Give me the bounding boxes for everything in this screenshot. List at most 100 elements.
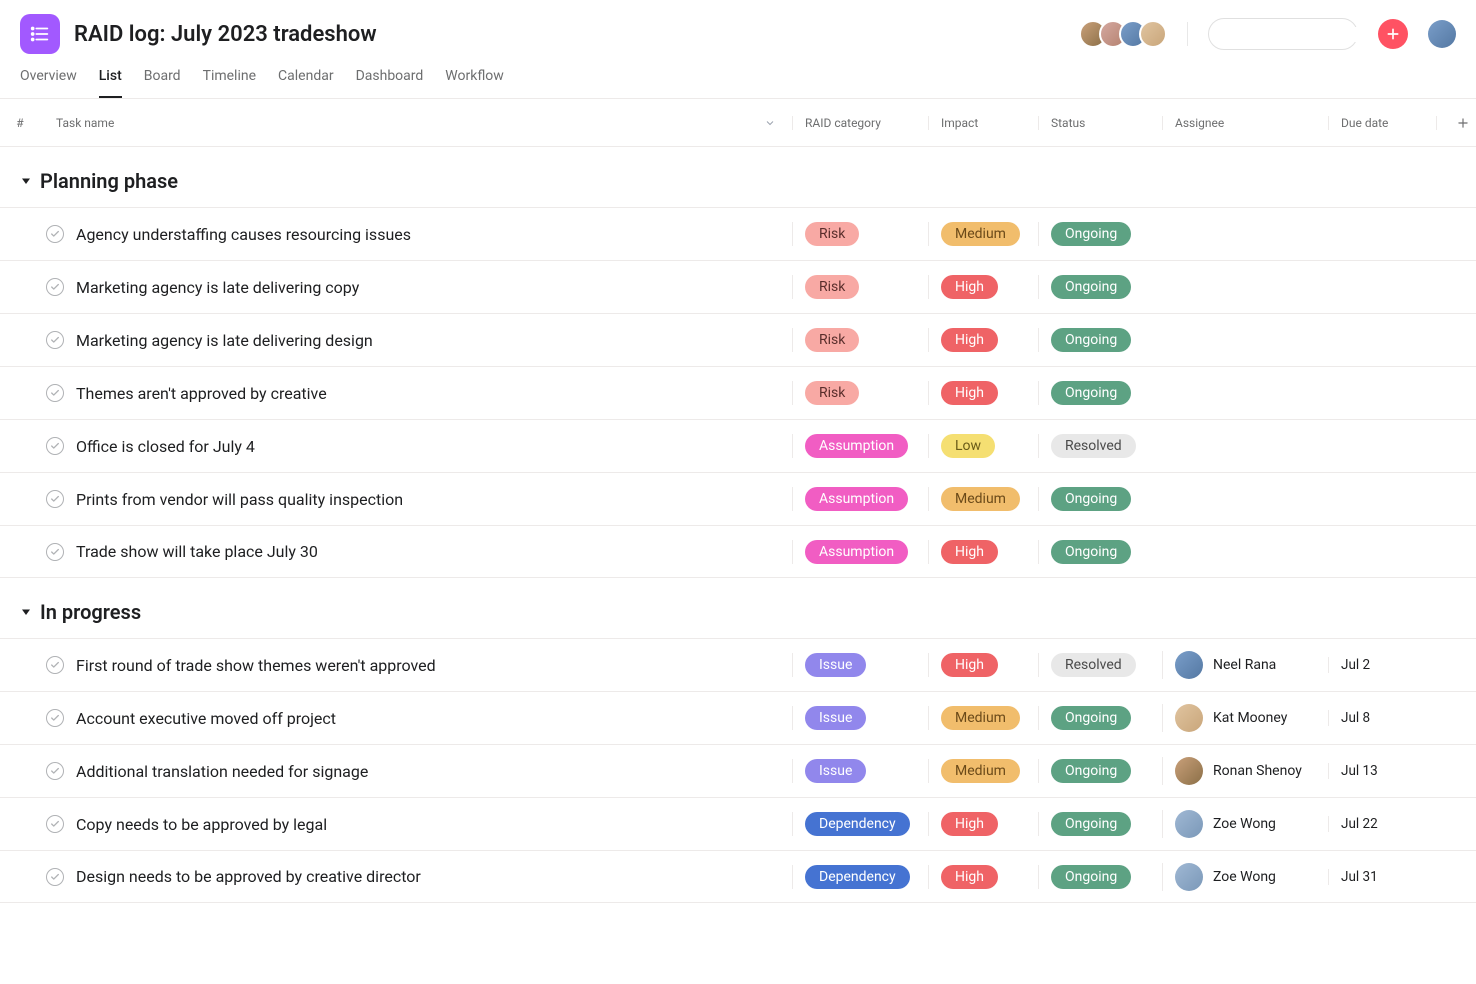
column-due[interactable]: Due date <box>1328 116 1436 130</box>
cell-raid[interactable]: Risk <box>792 328 928 352</box>
add-button[interactable] <box>1378 19 1408 49</box>
task-row[interactable]: Themes aren't approved by creativeRiskHi… <box>0 366 1476 419</box>
task-name[interactable]: Agency understaffing causes resourcing i… <box>76 225 792 244</box>
tab-calendar[interactable]: Calendar <box>278 68 334 98</box>
task-name[interactable]: Marketing agency is late delivering copy <box>76 278 792 297</box>
cell-status[interactable]: Ongoing <box>1038 328 1162 352</box>
cell-status[interactable]: Ongoing <box>1038 275 1162 299</box>
cell-impact[interactable]: High <box>928 381 1038 405</box>
complete-checkbox[interactable] <box>46 709 64 727</box>
cell-status[interactable]: Ongoing <box>1038 381 1162 405</box>
tab-list[interactable]: List <box>99 68 122 98</box>
complete-checkbox[interactable] <box>46 543 64 561</box>
task-row[interactable]: Design needs to be approved by creative … <box>0 850 1476 903</box>
cell-status[interactable]: Resolved <box>1038 653 1162 677</box>
cell-raid[interactable]: Assumption <box>792 434 928 458</box>
complete-checkbox[interactable] <box>46 656 64 674</box>
task-row[interactable]: Agency understaffing causes resourcing i… <box>0 207 1476 260</box>
task-name[interactable]: Trade show will take place July 30 <box>76 542 792 561</box>
task-name[interactable]: Marketing agency is late delivering desi… <box>76 331 792 350</box>
cell-impact[interactable]: High <box>928 865 1038 889</box>
complete-checkbox[interactable] <box>46 437 64 455</box>
complete-checkbox[interactable] <box>46 762 64 780</box>
task-name[interactable]: Themes aren't approved by creative <box>76 384 792 403</box>
cell-impact[interactable]: High <box>928 328 1038 352</box>
cell-assignee[interactable]: Ronan Shenoy <box>1162 757 1328 785</box>
column-task-name[interactable]: Task name <box>40 116 792 130</box>
task-name[interactable]: Account executive moved off project <box>76 709 792 728</box>
search-box[interactable] <box>1208 18 1358 50</box>
column-add[interactable] <box>1436 116 1476 130</box>
cell-status[interactable]: Ongoing <box>1038 865 1162 889</box>
assignee-cell[interactable]: Kat Mooney <box>1175 704 1287 732</box>
cell-raid[interactable]: Issue <box>792 706 928 730</box>
cell-due[interactable]: Jul 8 <box>1328 710 1436 726</box>
tab-board[interactable]: Board <box>144 68 181 98</box>
cell-impact[interactable]: High <box>928 540 1038 564</box>
section-header[interactable]: Planning phase <box>0 147 1476 207</box>
tab-overview[interactable]: Overview <box>20 68 77 98</box>
cell-impact[interactable]: High <box>928 812 1038 836</box>
cell-raid[interactable]: Dependency <box>792 812 928 836</box>
cell-raid[interactable]: Risk <box>792 275 928 299</box>
task-name[interactable]: Design needs to be approved by creative … <box>76 867 792 886</box>
cell-status[interactable]: Ongoing <box>1038 222 1162 246</box>
task-row[interactable]: Account executive moved off projectIssue… <box>0 691 1476 744</box>
cell-impact[interactable]: Medium <box>928 759 1038 783</box>
tab-workflow[interactable]: Workflow <box>445 68 504 98</box>
cell-status[interactable]: Ongoing <box>1038 759 1162 783</box>
cell-impact[interactable]: Medium <box>928 706 1038 730</box>
task-row[interactable]: First round of trade show themes weren't… <box>0 638 1476 691</box>
assignee-cell[interactable]: Zoe Wong <box>1175 863 1276 891</box>
cell-status[interactable]: Ongoing <box>1038 487 1162 511</box>
cell-impact[interactable]: Medium <box>928 222 1038 246</box>
cell-impact[interactable]: Medium <box>928 487 1038 511</box>
cell-raid[interactable]: Issue <box>792 759 928 783</box>
complete-checkbox[interactable] <box>46 384 64 402</box>
task-row[interactable]: Copy needs to be approved by legalDepend… <box>0 797 1476 850</box>
member-stack[interactable] <box>1079 20 1167 48</box>
chevron-down-icon[interactable] <box>764 117 776 129</box>
complete-checkbox[interactable] <box>46 225 64 243</box>
cell-assignee[interactable]: Neel Rana <box>1162 651 1328 679</box>
task-name[interactable]: Office is closed for July 4 <box>76 437 792 456</box>
task-name[interactable]: First round of trade show themes weren't… <box>76 656 792 675</box>
assignee-cell[interactable]: Ronan Shenoy <box>1175 757 1302 785</box>
cell-impact[interactable]: High <box>928 653 1038 677</box>
cell-raid[interactable]: Dependency <box>792 865 928 889</box>
column-assignee[interactable]: Assignee <box>1162 116 1328 130</box>
task-row[interactable]: Additional translation needed for signag… <box>0 744 1476 797</box>
cell-raid[interactable]: Assumption <box>792 487 928 511</box>
column-impact[interactable]: Impact <box>928 116 1038 130</box>
cell-impact[interactable]: Low <box>928 434 1038 458</box>
cell-assignee[interactable]: Zoe Wong <box>1162 810 1328 838</box>
cell-status[interactable]: Ongoing <box>1038 540 1162 564</box>
task-name[interactable]: Additional translation needed for signag… <box>76 762 792 781</box>
tab-timeline[interactable]: Timeline <box>203 68 256 98</box>
cell-due[interactable]: Jul 31 <box>1328 869 1436 885</box>
cell-assignee[interactable]: Zoe Wong <box>1162 863 1328 891</box>
cell-raid[interactable]: Assumption <box>792 540 928 564</box>
cell-status[interactable]: Ongoing <box>1038 812 1162 836</box>
column-status[interactable]: Status <box>1038 116 1162 130</box>
task-row[interactable]: Office is closed for July 4AssumptionLow… <box>0 419 1476 472</box>
task-row[interactable]: Trade show will take place July 30Assump… <box>0 525 1476 578</box>
complete-checkbox[interactable] <box>46 331 64 349</box>
user-avatar[interactable] <box>1428 20 1456 48</box>
tab-dashboard[interactable]: Dashboard <box>356 68 424 98</box>
cell-status[interactable]: Ongoing <box>1038 706 1162 730</box>
task-row[interactable]: Marketing agency is late delivering desi… <box>0 313 1476 366</box>
column-raid[interactable]: RAID category <box>792 116 928 130</box>
cell-due[interactable]: Jul 2 <box>1328 657 1436 673</box>
complete-checkbox[interactable] <box>46 868 64 886</box>
cell-due[interactable]: Jul 22 <box>1328 816 1436 832</box>
cell-assignee[interactable]: Kat Mooney <box>1162 704 1328 732</box>
project-title[interactable]: RAID log: July 2023 tradeshow <box>74 22 377 47</box>
task-row[interactable]: Marketing agency is late delivering copy… <box>0 260 1476 313</box>
cell-impact[interactable]: High <box>928 275 1038 299</box>
complete-checkbox[interactable] <box>46 490 64 508</box>
task-row[interactable]: Prints from vendor will pass quality ins… <box>0 472 1476 525</box>
cell-raid[interactable]: Risk <box>792 381 928 405</box>
cell-raid[interactable]: Risk <box>792 222 928 246</box>
section-header[interactable]: In progress <box>0 578 1476 638</box>
